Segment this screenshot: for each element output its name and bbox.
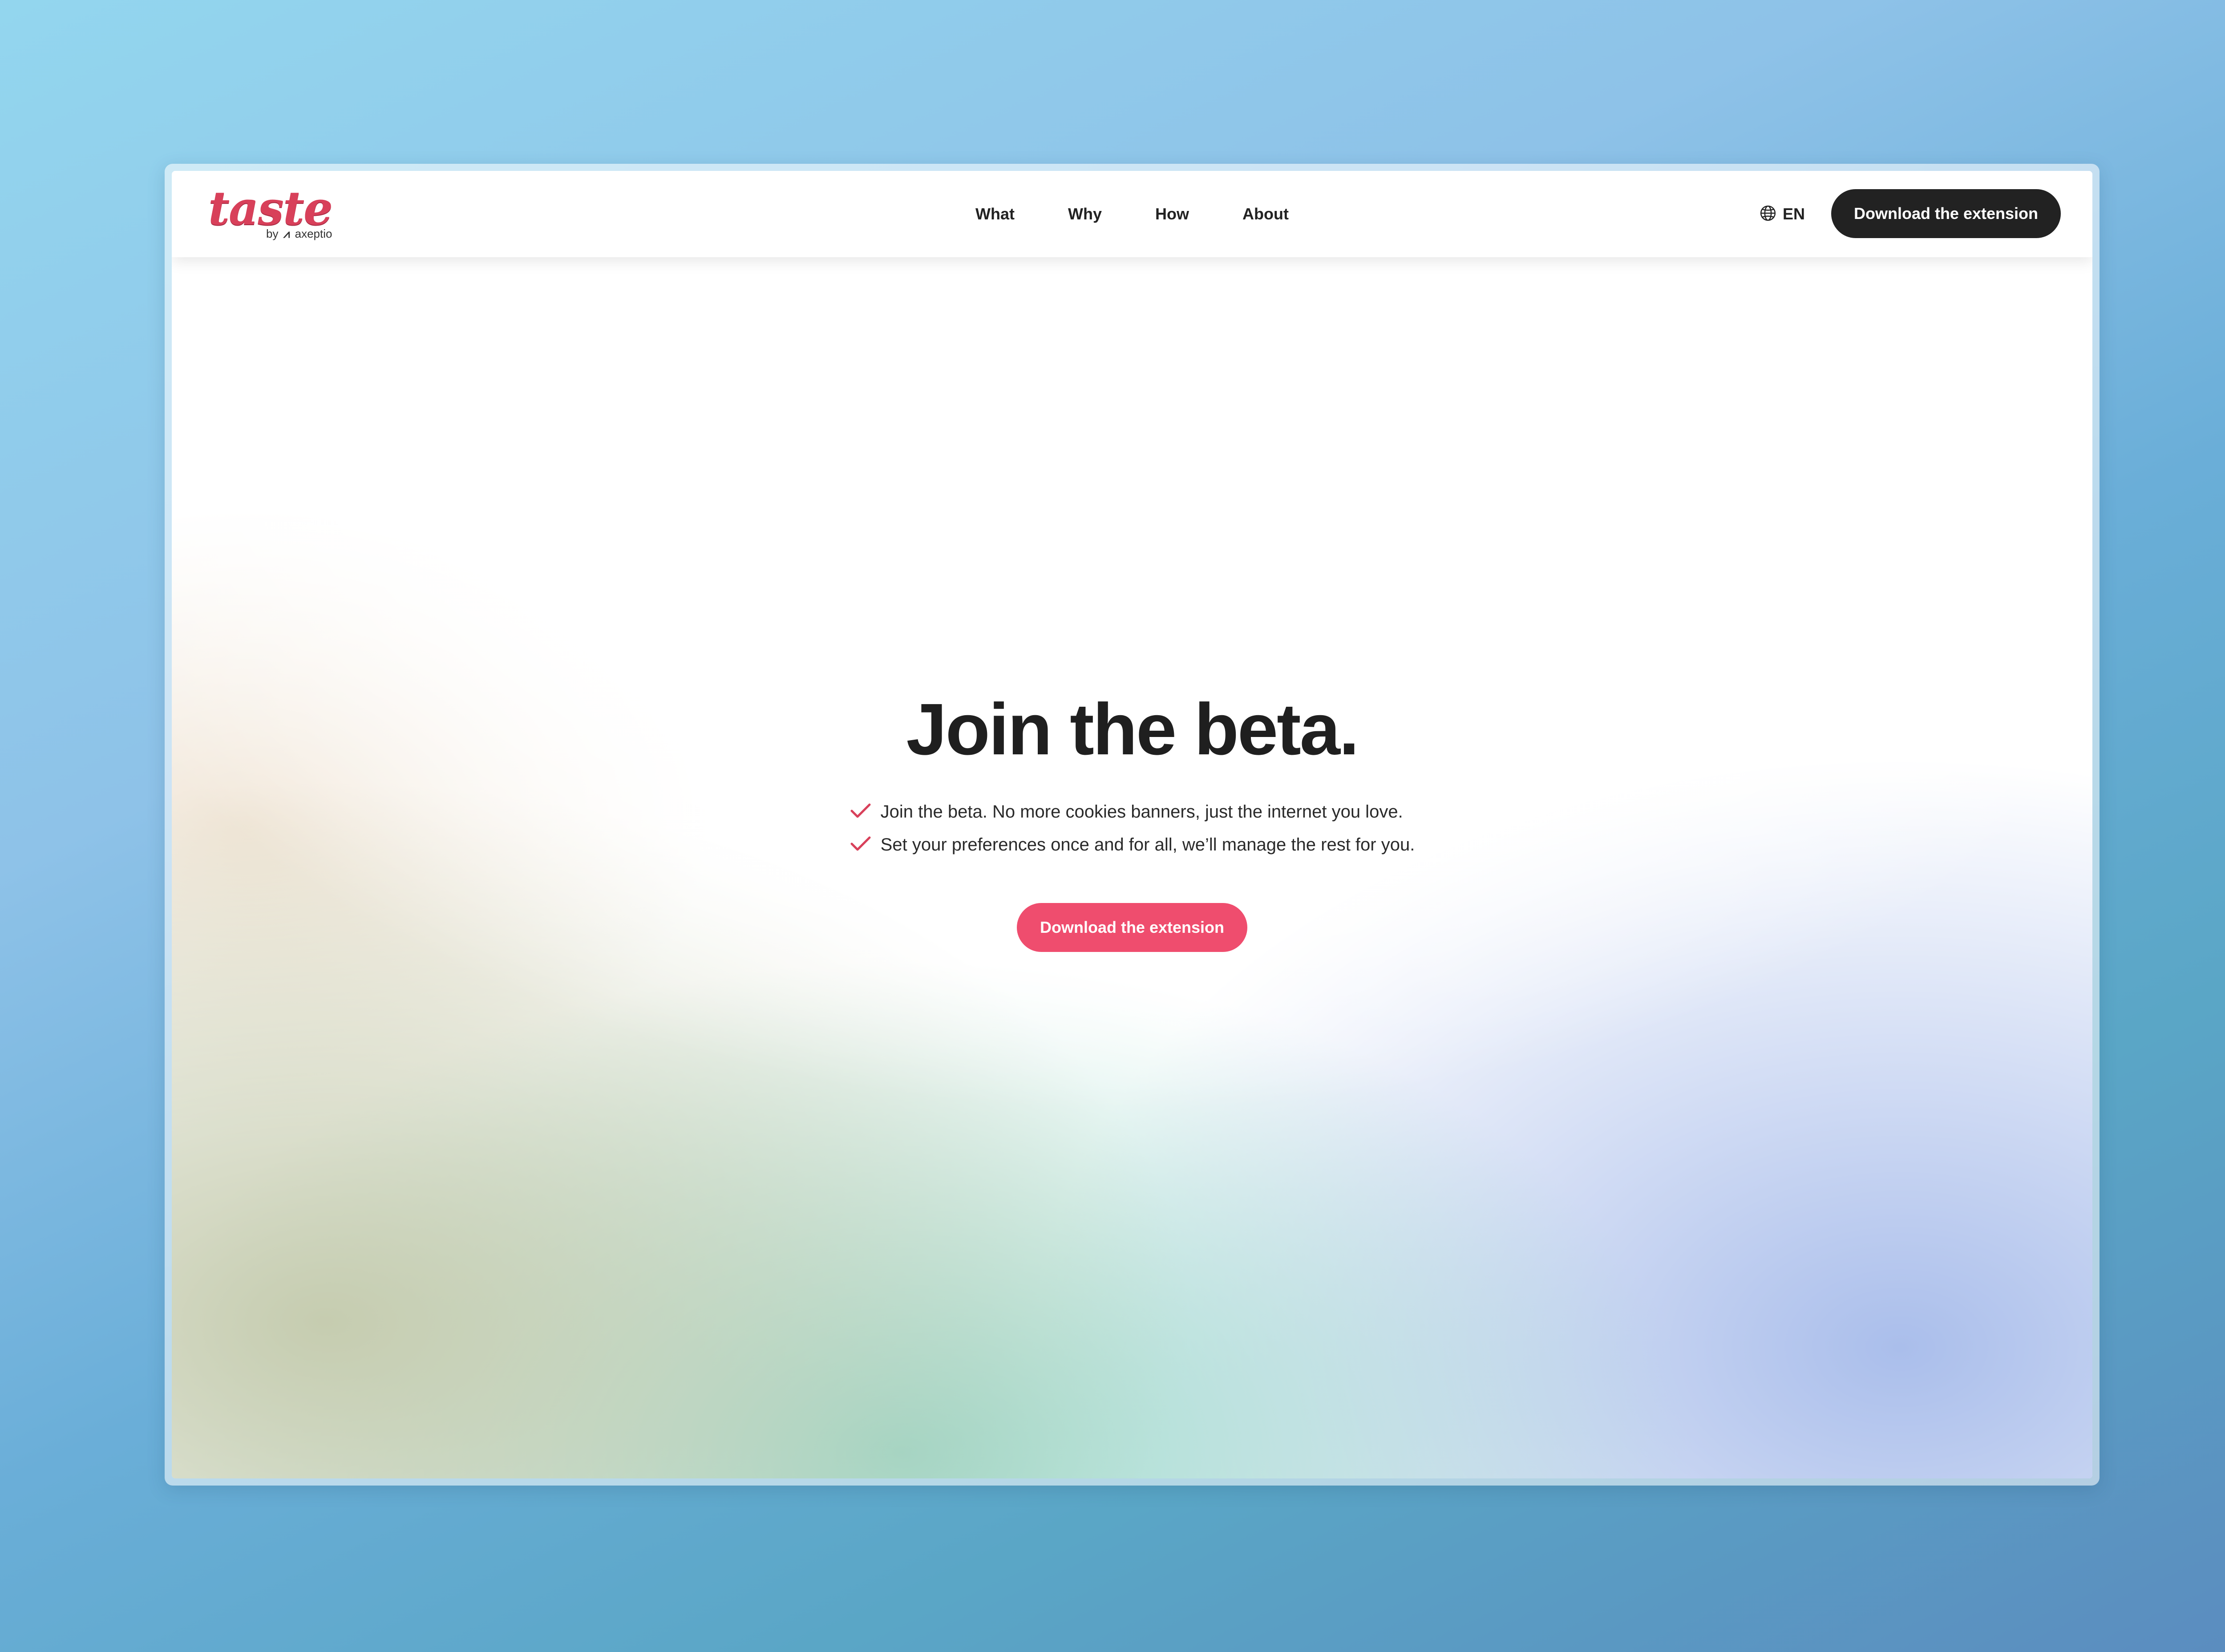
nav-link-why[interactable]: Why (1041, 205, 1129, 223)
globe-icon (1760, 205, 1776, 224)
feature-item: Join the beta. No more cookies banners, … (850, 795, 1415, 828)
nav-link-what[interactable]: What (949, 205, 1041, 223)
language-selector[interactable]: EN (1760, 171, 1805, 257)
feature-list: Join the beta. No more cookies banners, … (850, 795, 1415, 861)
nav-link-about[interactable]: About (1216, 205, 1315, 223)
top-navbar: taste by ⩘ axeptio What Why How About EN… (172, 171, 2092, 257)
feature-text: Set your preferences once and for all, w… (880, 834, 1415, 854)
hero-section: Join the beta. Join the beta. No more co… (172, 689, 2092, 952)
hero-download-button[interactable]: Download the extension (1017, 903, 1247, 952)
page-viewport: taste by ⩘ axeptio What Why How About EN… (172, 171, 2092, 1478)
download-extension-button[interactable]: Download the extension (1831, 189, 2061, 238)
check-icon (850, 802, 872, 822)
hero-title: Join the beta. (906, 688, 1359, 770)
feature-item: Set your preferences once and for all, w… (850, 828, 1415, 861)
feature-text: Join the beta. No more cookies banners, … (880, 802, 1403, 822)
check-icon (850, 835, 872, 855)
language-label: EN (1783, 205, 1805, 223)
browser-window: taste by ⩘ axeptio What Why How About EN… (165, 164, 2100, 1486)
nav-link-how[interactable]: How (1129, 205, 1216, 223)
